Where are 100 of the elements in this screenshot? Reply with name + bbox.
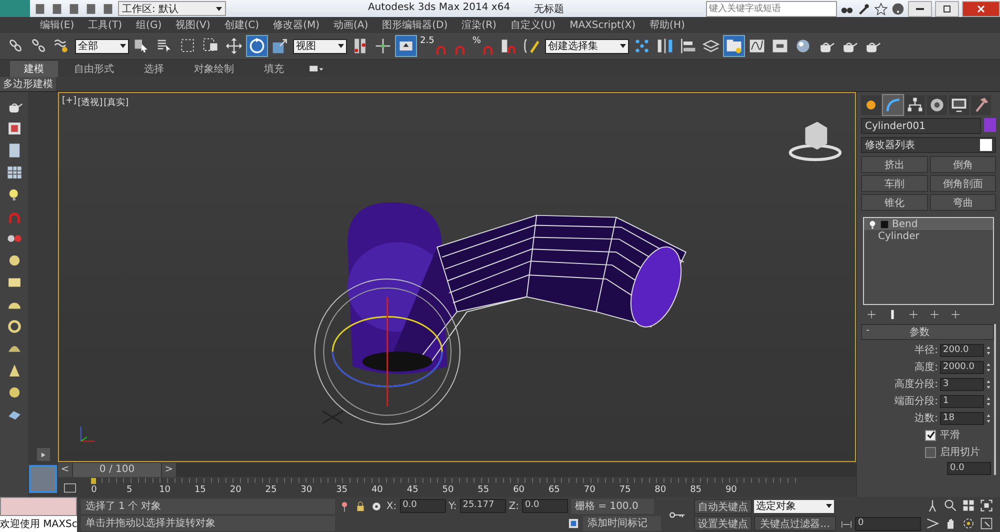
x-coordinate-field[interactable]: 0.0	[400, 499, 446, 513]
menu-item[interactable]: 创建(C)	[224, 18, 260, 32]
close-button[interactable]	[962, 0, 1000, 16]
search-field[interactable]: 键入关键字或短语	[706, 0, 837, 16]
modifier-button[interactable]: 倒角	[930, 156, 996, 173]
four-squares-icon[interactable]	[961, 498, 976, 513]
modifier-button[interactable]: 锥化	[861, 194, 928, 211]
spinner-arrows-icon[interactable]	[986, 378, 991, 390]
add-time-tag-label[interactable]: 添加时间标记	[583, 516, 662, 530]
spinner-field[interactable]: 1	[940, 394, 984, 408]
menu-item[interactable]: 动画(A)	[334, 18, 368, 32]
z-coordinate-field[interactable]: 0.0	[522, 499, 568, 513]
maximize-button[interactable]	[935, 0, 959, 16]
modifier-stack-list[interactable]: Bend Cylinder	[863, 217, 994, 305]
spinner-arrows-icon[interactable]	[986, 362, 991, 372]
expand-square-icon[interactable]	[880, 220, 889, 228]
menu-item[interactable]: 工具(T)	[88, 18, 122, 32]
y-coordinate-field[interactable]: 25.177	[460, 499, 506, 513]
stack-item[interactable]: Bend	[864, 218, 993, 230]
spinner-field[interactable]: 200.0	[940, 344, 984, 356]
preview-thumbnail[interactable]	[29, 465, 57, 493]
listener-output-field[interactable]: 欢迎使用 MAXSc	[0, 516, 78, 532]
zoom-extents-icon[interactable]	[979, 498, 994, 513]
help-icon[interactable]	[891, 2, 905, 16]
menu-item[interactable]: 自定义(U)	[510, 18, 556, 32]
toolbar-icon[interactable]	[33, 2, 47, 16]
time-slider-track[interactable]: < 0 / 100 >	[58, 463, 856, 477]
menu-item[interactable]: 渲染(R)	[462, 18, 496, 32]
object-color-swatch[interactable]	[984, 118, 996, 132]
time-tag-icon[interactable]	[567, 516, 580, 530]
maximize-icon[interactable]	[979, 516, 994, 531]
spinner-field[interactable]: 3	[940, 378, 984, 390]
light-bulb-icon[interactable]	[868, 220, 877, 228]
modifier-button[interactable]: 倒角剖面	[930, 175, 996, 192]
viewport-label[interactable]: [真实]	[104, 96, 129, 109]
rollout-header[interactable]: - 参数	[861, 324, 994, 340]
toolbar-icon[interactable]	[84, 2, 98, 16]
checkbox[interactable]	[925, 430, 936, 440]
toolbar-icon[interactable]	[50, 2, 64, 16]
set-key-button[interactable]: 设置关键点	[694, 516, 752, 530]
key-mode-dropdown[interactable]: 选定对象	[754, 500, 834, 512]
axis-cross-icon[interactable]	[373, 36, 393, 56]
scale-icon[interactable]	[270, 36, 290, 56]
gear-icon[interactable]	[370, 500, 384, 512]
sun-icon[interactable]	[861, 95, 881, 115]
ribbon-panel-tab[interactable]: 多边形建模	[0, 77, 56, 91]
bent-cylinder-drawing[interactable]	[348, 202, 686, 374]
wrench-icon[interactable]	[857, 2, 871, 16]
menu-item[interactable]: MAXScript(X)	[570, 20, 636, 30]
workspace-dropdown[interactable]: 工作区: 默认	[118, 1, 226, 16]
viewport-label[interactable]: [透视]	[78, 96, 103, 109]
zoom-icon[interactable]	[943, 498, 958, 513]
dropdown[interactable]: 创建选择集	[544, 38, 629, 54]
filmstrip-icon[interactable]	[62, 480, 78, 494]
modifier-button[interactable]: 挤出	[861, 156, 928, 173]
menu-item[interactable]: 编辑(E)	[40, 18, 74, 32]
wheel-icon[interactable]	[927, 95, 947, 115]
spinner-arrows-icon[interactable]	[986, 344, 991, 356]
next-frame-button[interactable]: >	[162, 463, 176, 477]
dropdown[interactable]: 全部	[75, 38, 129, 54]
ribbon-tab[interactable]: 填充	[250, 60, 298, 76]
rotate-icon[interactable]	[247, 36, 267, 56]
ribbon-options-icon[interactable]	[308, 64, 324, 72]
ribbon-tab[interactable]: 自由形式	[60, 60, 128, 76]
ribbon-tab[interactable]: 选择	[130, 60, 178, 76]
stack-item[interactable]: Cylinder	[864, 230, 993, 242]
snap-toggle-button[interactable]: %	[471, 36, 496, 56]
modifier-button[interactable]: 弯曲	[930, 194, 996, 211]
viewport[interactable]: [+][透视][真实]	[58, 92, 856, 462]
minimize-button[interactable]	[908, 0, 932, 16]
current-frame-marker[interactable]	[91, 478, 96, 484]
menu-item[interactable]: 组(G)	[136, 18, 162, 32]
checkbox[interactable]	[925, 446, 936, 458]
listener-input-field[interactable]	[0, 497, 78, 516]
folder-icon[interactable]	[724, 36, 744, 56]
ribbon-tab[interactable]: 建模	[10, 60, 58, 76]
view-cube-icon[interactable]	[788, 122, 842, 162]
toolbar-icon[interactable]	[67, 2, 81, 16]
track-bar[interactable]: 0 5 10 15 20 25 30 35 40 45 50 55 60 65 70 75 80 85 90	[58, 478, 856, 497]
spinner-arrows-icon[interactable]	[986, 412, 991, 424]
menu-item[interactable]: 视图(V)	[176, 18, 210, 32]
field-of-view-icon[interactable]	[925, 516, 940, 531]
key-filters-button[interactable]: 关键点过滤器...	[754, 516, 836, 530]
menu-item[interactable]: 修改器(M)	[273, 18, 320, 32]
spinner-arrows-icon[interactable]	[986, 396, 991, 406]
frame-field[interactable]: 0	[855, 517, 921, 531]
snap-toggle-button[interactable]: 2.5	[419, 36, 450, 56]
time-slider-handle[interactable]: 0 / 100	[73, 463, 161, 477]
auto-key-button[interactable]: 自动关键点	[694, 498, 752, 514]
hierarchy-icon[interactable]	[905, 95, 925, 115]
previous-frame-button[interactable]: <	[58, 463, 72, 477]
star-icon[interactable]	[874, 2, 888, 16]
picture-frame-icon[interactable]	[6, 120, 22, 137]
spinner-field[interactable]: 2000.0	[940, 360, 984, 374]
modifier-button[interactable]: 车削	[861, 175, 928, 192]
keyboard-icon[interactable]	[396, 36, 416, 56]
toolbar-icon[interactable]	[101, 2, 115, 16]
menu-item[interactable]: 帮助(H)	[650, 18, 685, 32]
orbit-icon[interactable]	[961, 516, 976, 531]
object-name-field[interactable]: Cylinder001	[861, 118, 981, 134]
